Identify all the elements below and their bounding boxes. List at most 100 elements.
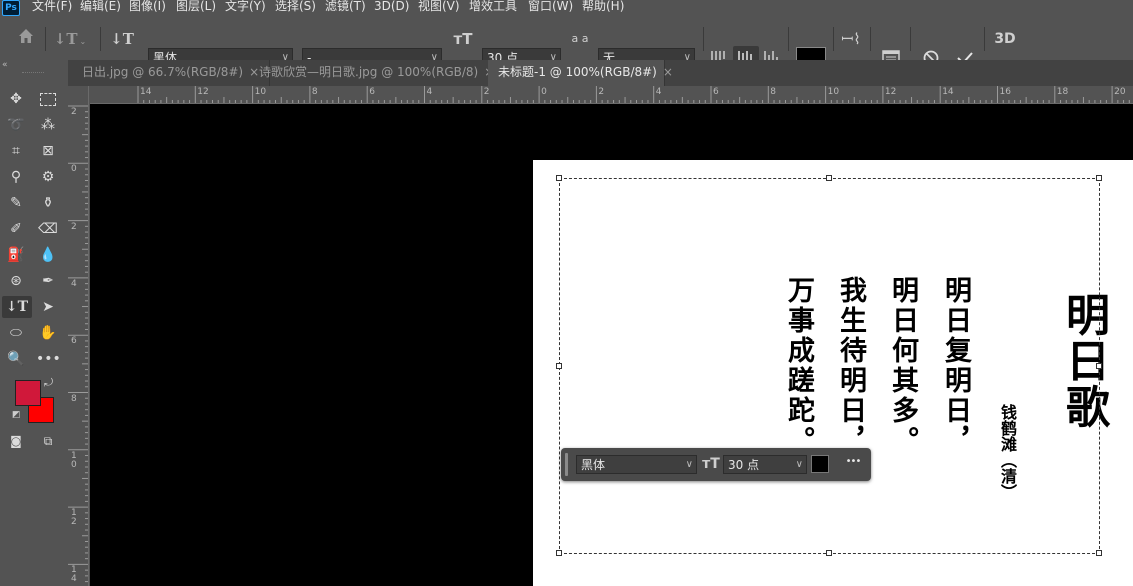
foreground-color-swatch[interactable] xyxy=(15,380,41,406)
document-tab[interactable]: 诗歌欣赏—明日歌.jpg @ 100%(RGB/8)× xyxy=(249,60,506,86)
menu-select[interactable]: 选择(S) xyxy=(275,0,316,16)
toggle-text-orientation-button[interactable]: ↓T xyxy=(108,27,136,51)
marquee-tool-icon[interactable] xyxy=(36,88,60,110)
ruler-label: 8 xyxy=(770,87,777,97)
text-orientation-icon: ↓T xyxy=(110,30,134,48)
menu-3d[interactable]: 3D(D) xyxy=(374,0,409,16)
ruler-label: 2 xyxy=(71,107,77,117)
ruler-label: 1 2 xyxy=(71,508,77,528)
patch-tool-icon[interactable]: ⚙ xyxy=(36,166,60,188)
eraser-tool-icon[interactable]: ⌫ xyxy=(36,218,60,240)
vertical-type-icon: ↓T xyxy=(53,30,78,48)
ruler-label: 2 xyxy=(598,87,605,97)
ruler-label: 10 xyxy=(254,87,267,97)
path-selection-tool-icon[interactable]: ➤ xyxy=(36,296,60,318)
transform-handle[interactable] xyxy=(1096,550,1102,556)
ruler-label: 4 xyxy=(655,87,662,97)
menu-window[interactable]: 窗口(W) xyxy=(528,0,573,16)
ruler-label: 14 xyxy=(942,87,954,97)
tab-label: 日出.jpg @ 66.7%(RGB/8#) xyxy=(82,65,244,79)
document-tab[interactable]: 日出.jpg @ 66.7%(RGB/8#) × xyxy=(72,60,271,86)
close-icon[interactable]: × xyxy=(663,65,673,79)
transform-handle[interactable] xyxy=(556,363,562,369)
create-3d-button[interactable]: 3D xyxy=(992,27,1018,51)
separator xyxy=(833,27,834,51)
font-size-input[interactable]: 30 点 ∨ xyxy=(723,455,807,474)
horizontal-ruler[interactable]: 14 12 10 8 6 4 2 0 2 4 6 8 10 12 14 16 18 20 xyxy=(90,86,1133,104)
menu-plugins[interactable]: 增效工具 xyxy=(469,0,517,16)
separator xyxy=(703,27,704,51)
default-colors-icon[interactable]: ◩ xyxy=(12,410,24,422)
transform-handle[interactable] xyxy=(1096,363,1102,369)
ruler-label: 18 xyxy=(1056,87,1069,97)
more-options-icon[interactable]: ••• xyxy=(841,456,865,467)
menu-view[interactable]: 视图(V) xyxy=(418,0,460,16)
hand-tool-icon[interactable]: ✋ xyxy=(36,322,60,344)
blur-tool-icon[interactable]: 💧 xyxy=(36,244,60,266)
text-bounding-box[interactable] xyxy=(559,178,1100,554)
pen-tool-icon[interactable]: ✒ xyxy=(36,270,60,292)
ruler-label: 4 xyxy=(71,278,77,289)
transform-handle[interactable] xyxy=(826,550,832,556)
transform-handle[interactable] xyxy=(1096,175,1102,181)
ruler-ticks xyxy=(137,86,1130,103)
ruler-label: 4 xyxy=(426,87,433,97)
collapse-panel-icon[interactable]: « xyxy=(2,60,18,70)
contextual-task-bar: 黑体 ∨ ᴛT 30 点 ∨ ••• xyxy=(561,448,871,481)
font-family-select[interactable]: 黑体 ∨ xyxy=(576,455,697,474)
transform-handle[interactable] xyxy=(826,175,832,181)
frame-tool-icon[interactable]: ⊠ xyxy=(36,140,60,162)
photoshop-logo: Ps xyxy=(2,0,20,16)
separator xyxy=(984,27,985,51)
swap-colors-icon[interactable]: ⤾ xyxy=(44,376,58,390)
menu-layer[interactable]: 图层(L) xyxy=(176,0,216,16)
eyedropper-tool-icon[interactable]: ⚲ xyxy=(4,166,28,188)
menu-edit[interactable]: 编辑(E) xyxy=(80,0,121,16)
zoom-tool-icon[interactable]: 🔍 xyxy=(4,348,28,370)
panel-grip[interactable] xyxy=(22,72,44,75)
home-icon[interactable] xyxy=(14,27,38,52)
ellipse-tool-icon[interactable]: ⬭ xyxy=(4,322,28,344)
crop-tool-icon[interactable]: ⌗ xyxy=(4,140,28,162)
paint-bucket-tool-icon[interactable]: ⛽ xyxy=(4,244,28,266)
font-size-value: 30 点 xyxy=(728,458,760,472)
vertical-ruler[interactable]: 2 0 2 4 6 8 1 0 1 2 1 4 xyxy=(68,86,89,586)
options-bar: ↓T ⌄ ↓T 黑体 ∨ - ∨ ᴛT 30 点 ∨ a a 无 ∨ ꟷ⌇ 3D xyxy=(0,18,1133,70)
brush-tool-icon[interactable]: ✎ xyxy=(4,192,28,214)
font-size-icon: ᴛT xyxy=(453,30,473,48)
menu-image[interactable]: 图像(I) xyxy=(129,0,166,16)
lasso-tool-icon[interactable]: ➰ xyxy=(4,114,28,136)
quick-mask-icon[interactable]: ◙ xyxy=(4,430,28,452)
ruler-label: 0 xyxy=(71,164,77,175)
antialias-icon: a a xyxy=(571,32,589,45)
menu-type[interactable]: 文字(Y) xyxy=(225,0,266,16)
menu-filter[interactable]: 滤镜(T) xyxy=(325,0,366,16)
menu-bar: Ps 文件(F) 编辑(E) 图像(I) 图层(L) 文字(Y) 选择(S) 滤… xyxy=(0,0,1133,18)
separator xyxy=(910,27,911,51)
text-color-swatch[interactable] xyxy=(811,455,829,473)
ruler-label: 2 xyxy=(483,87,490,97)
vertical-type-tool-icon[interactable]: ↓T xyxy=(2,296,32,318)
transform-handle[interactable] xyxy=(556,550,562,556)
magic-wand-tool-icon[interactable]: ⁂ xyxy=(36,114,60,136)
history-brush-tool-icon[interactable]: ✐ xyxy=(4,218,28,240)
ruler-label: 1 4 xyxy=(71,565,77,585)
more-tools-icon[interactable]: ••• xyxy=(36,348,61,370)
ruler-label: 8 xyxy=(311,87,318,97)
ruler-label: 6 xyxy=(369,87,375,97)
menu-help[interactable]: 帮助(H) xyxy=(582,0,624,16)
clone-stamp-tool-icon[interactable]: ⚱ xyxy=(36,192,60,214)
warp-text-icon: ꟷ⌇ xyxy=(841,30,861,48)
dodge-tool-icon[interactable]: ⊛ xyxy=(4,270,28,292)
move-tool-icon[interactable]: ✥ xyxy=(4,88,28,110)
screen-mode-icon[interactable]: ⧉ xyxy=(36,430,60,452)
tool-preset-picker[interactable]: ↓T ⌄ xyxy=(52,27,88,54)
document-tab-active[interactable]: 未标题-1 @ 100%(RGB/8#) × xyxy=(488,60,673,86)
ruler-label: 0 xyxy=(541,87,547,97)
warp-text-button[interactable]: ꟷ⌇ xyxy=(840,27,862,51)
ruler-label: 12 xyxy=(884,87,897,97)
ruler-label: 20 xyxy=(1114,87,1126,97)
drag-handle[interactable] xyxy=(565,453,568,476)
transform-handle[interactable] xyxy=(556,175,562,181)
menu-file[interactable]: 文件(F) xyxy=(32,0,72,16)
